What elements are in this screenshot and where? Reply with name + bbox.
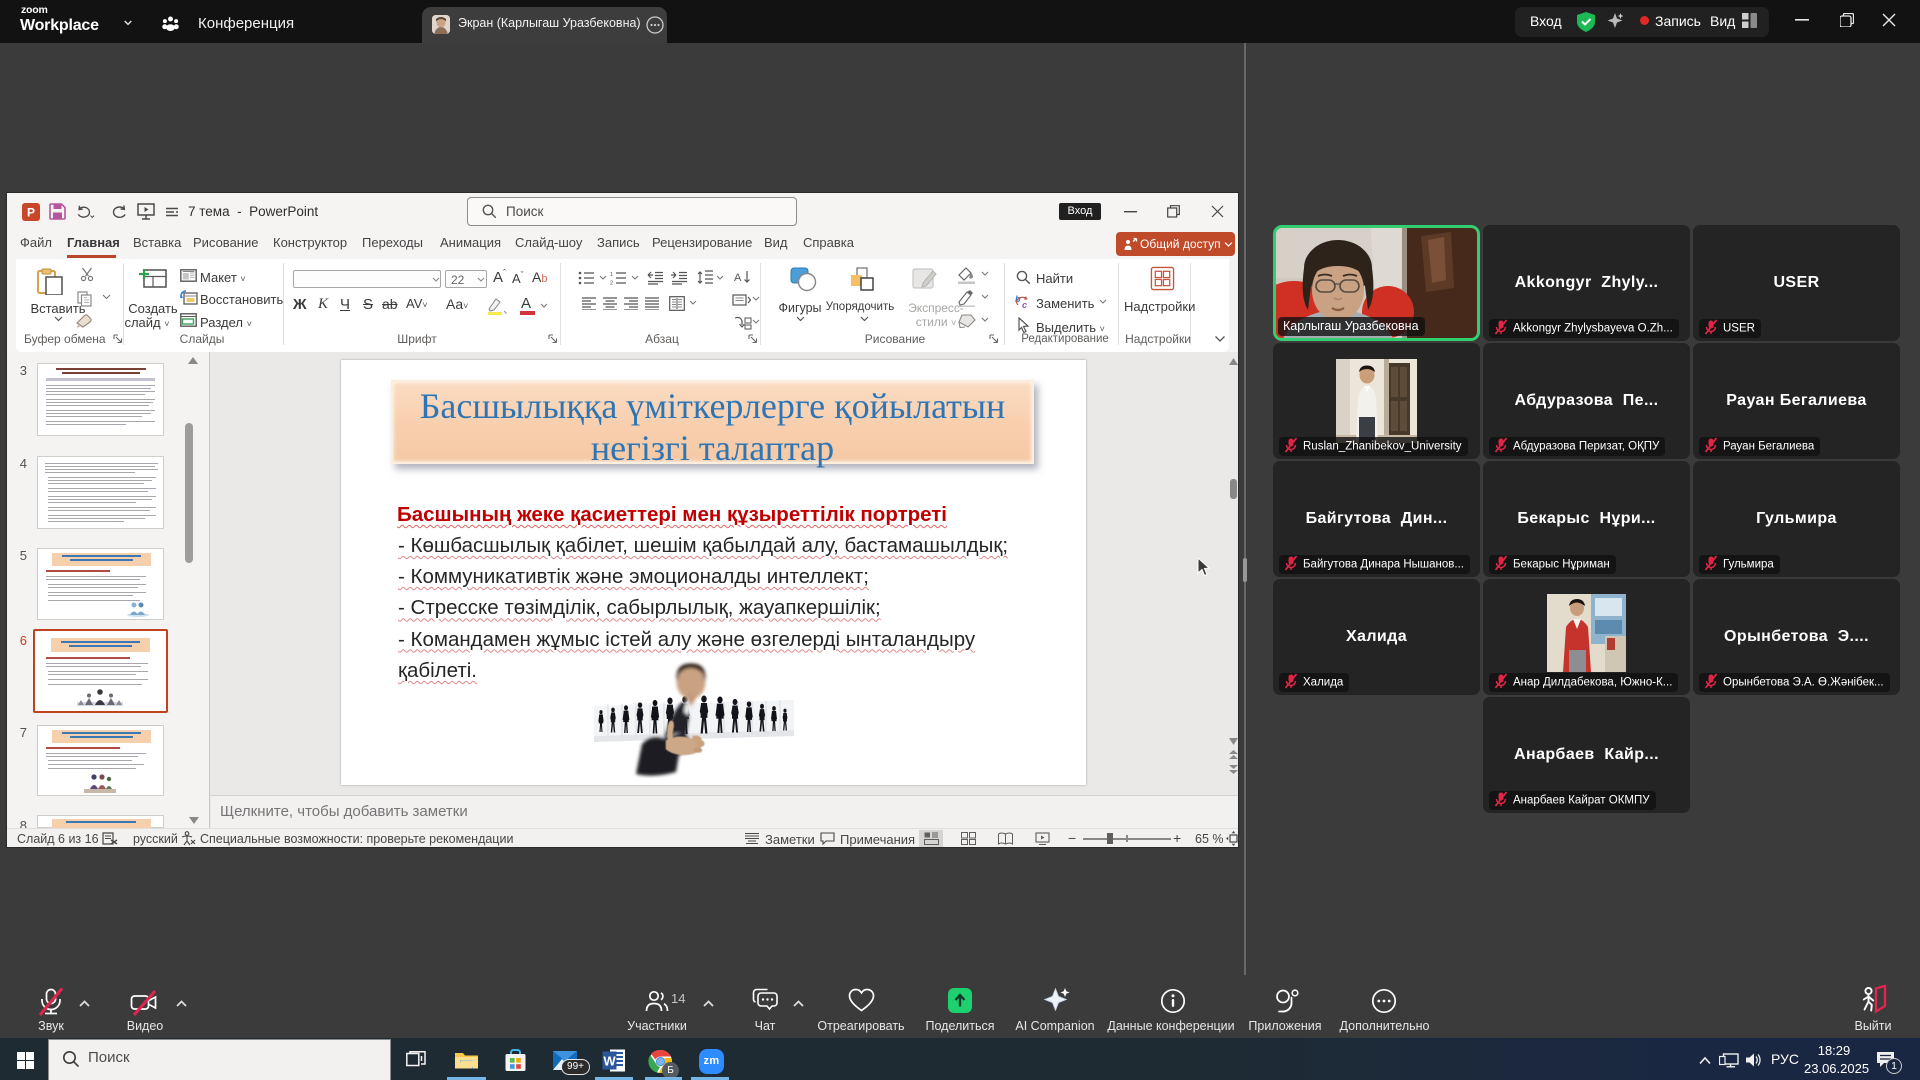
svg-text:c: c [1022,300,1027,309]
svg-text:W: W [603,1054,616,1069]
svg-text:А: А [734,272,742,284]
svg-text:2: 2 [610,281,613,286]
svg-text:P: P [27,206,35,220]
svg-text:1: 1 [610,272,613,278]
